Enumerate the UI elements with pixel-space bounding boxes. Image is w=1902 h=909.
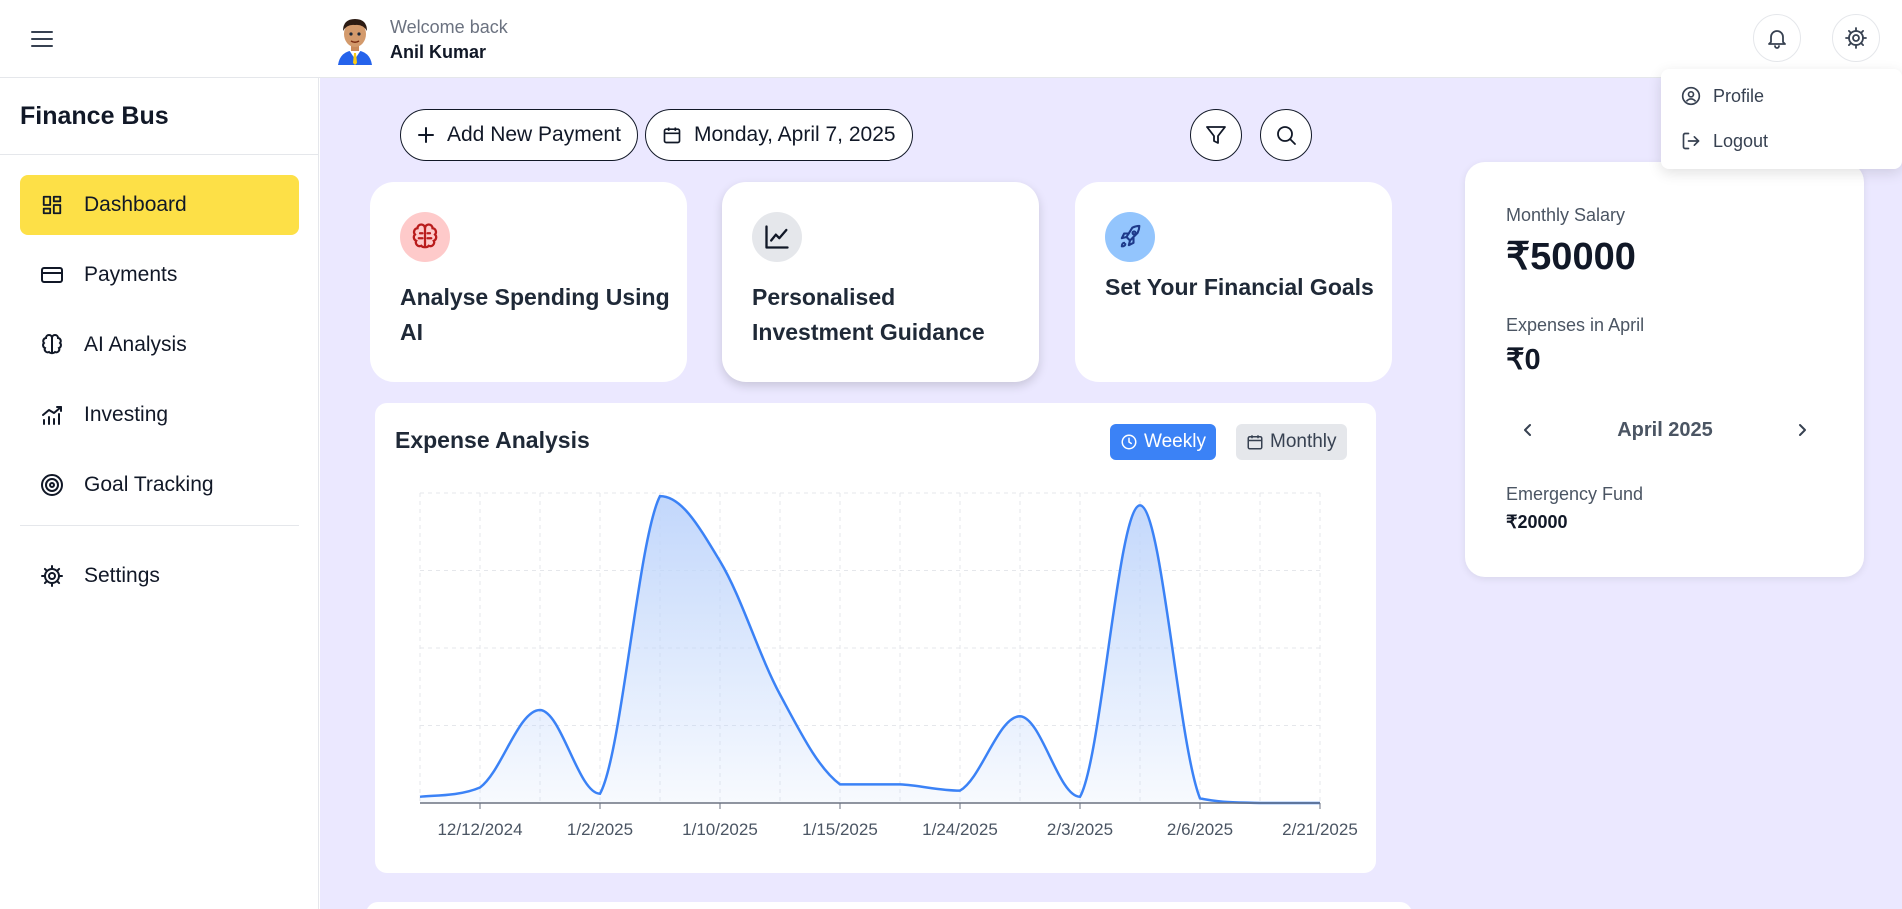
menu-item-profile[interactable]: Profile xyxy=(1681,81,1764,111)
expenses-value: ₹0 xyxy=(1506,344,1541,376)
sidebar-item-dashboard[interactable]: Dashboard xyxy=(20,175,299,235)
salary-value: ₹50000 xyxy=(1506,236,1636,278)
divider xyxy=(0,154,319,155)
settings-button[interactable] xyxy=(1832,14,1880,62)
feature-title: Analyse Spending Using AI xyxy=(400,284,670,345)
x-tick-label: 2/3/2025 xyxy=(1047,820,1113,839)
next-card-edge xyxy=(366,902,1412,909)
feature-card-investment-guidance[interactable]: Personalised Investment Guidance xyxy=(722,182,1039,382)
sidebar-item-label: Payments xyxy=(84,263,178,286)
divider xyxy=(20,525,299,526)
salary-summary-card: Monthly Salary ₹50000 Expenses in April … xyxy=(1465,162,1864,577)
weekly-toggle[interactable]: Weekly xyxy=(1110,424,1216,460)
x-tick-label: 1/15/2025 xyxy=(802,820,878,839)
brain-icon xyxy=(400,212,450,262)
x-tick-label: 2/21/2025 xyxy=(1282,820,1358,839)
settings-dropdown-menu: Profile Logout xyxy=(1661,69,1902,169)
welcome-text: Welcome back xyxy=(390,17,508,37)
top-header: Welcome back Anil Kumar xyxy=(0,0,1902,78)
rocket-icon xyxy=(1105,212,1155,262)
sidebar-item-goal-tracking[interactable]: Goal Tracking xyxy=(20,455,299,515)
dashboard-grid-icon xyxy=(40,193,64,217)
x-tick-label: 1/10/2025 xyxy=(682,820,758,839)
main-content: Add New Payment Monday, April 7, 2025 An… xyxy=(320,78,1902,909)
logout-icon xyxy=(1681,131,1701,151)
x-tick-label: 12/12/2024 xyxy=(437,820,522,839)
date-picker-button[interactable]: Monday, April 7, 2025 xyxy=(645,109,913,161)
expense-area-chart: 12/12/2024 1/2/2025 1/10/2025 1/15/2025 1/24… xyxy=(419,492,1358,839)
sidebar-item-ai-analysis[interactable]: AI Analysis xyxy=(20,315,299,375)
gear-icon xyxy=(40,564,64,588)
clock-icon xyxy=(1120,433,1138,451)
bell-icon xyxy=(1765,26,1789,50)
menu-item-label: Logout xyxy=(1713,130,1769,151)
filter-button[interactable] xyxy=(1190,109,1242,161)
chart-title: Expense Analysis xyxy=(395,427,590,453)
search-button[interactable] xyxy=(1260,109,1312,161)
notifications-button[interactable] xyxy=(1753,14,1801,62)
line-chart-icon xyxy=(752,212,802,262)
target-icon xyxy=(40,473,64,497)
sidebar-item-label: Goal Tracking xyxy=(84,473,214,496)
sidebar-item-payments[interactable]: Payments xyxy=(20,245,299,305)
search-icon xyxy=(1274,123,1298,147)
avatar[interactable] xyxy=(334,15,376,65)
menu-item-label: Profile xyxy=(1713,85,1765,106)
menu-item-logout[interactable]: Logout xyxy=(1681,126,1768,156)
user-name: Anil Kumar xyxy=(390,42,487,62)
calendar-icon xyxy=(662,125,682,145)
month-label: April 2025 xyxy=(1617,419,1713,441)
monthly-label: Monthly xyxy=(1270,431,1337,452)
expenses-label: Expenses in April xyxy=(1506,315,1645,335)
monthly-toggle[interactable]: Monthly xyxy=(1236,424,1347,460)
sidebar-item-label: Settings xyxy=(84,564,160,587)
series-area xyxy=(420,496,1320,803)
feature-card-ai-spending[interactable]: Analyse Spending Using AI xyxy=(370,182,687,382)
brand-title: Finance Bus xyxy=(20,102,169,130)
feature-card-financial-goals[interactable]: Set Your Financial Goals xyxy=(1075,182,1392,382)
sidebar: Finance Bus Dashboard Payments AI Analys… xyxy=(0,78,319,909)
hamburger-menu-icon[interactable] xyxy=(28,26,56,52)
plus-icon xyxy=(417,126,435,144)
add-payment-label: Add New Payment xyxy=(447,123,621,146)
sidebar-item-label: Investing xyxy=(84,403,169,426)
add-payment-button[interactable]: Add New Payment xyxy=(400,109,638,161)
emergency-fund-value: ₹20000 xyxy=(1506,512,1568,532)
emergency-fund-label: Emergency Fund xyxy=(1506,484,1644,504)
feature-title: Personalised Investment Guidance xyxy=(752,284,985,345)
feature-title: Set Your Financial Goals xyxy=(1105,274,1374,300)
sidebar-item-label: Dashboard xyxy=(84,193,187,216)
bar-chart-trend-icon xyxy=(40,403,64,427)
x-tick-label: 1/2/2025 xyxy=(567,820,633,839)
sidebar-item-settings[interactable]: Settings xyxy=(20,546,299,606)
user-circle-icon xyxy=(1681,86,1701,106)
brain-icon xyxy=(40,333,64,357)
sidebar-item-investing[interactable]: Investing xyxy=(20,385,299,445)
x-tick-label: 1/24/2025 xyxy=(922,820,998,839)
date-label: Monday, April 7, 2025 xyxy=(694,123,896,146)
credit-card-icon xyxy=(40,263,64,287)
x-tick-label: 2/6/2025 xyxy=(1167,820,1233,839)
sidebar-item-label: AI Analysis xyxy=(84,333,187,356)
chevron-right-icon[interactable] xyxy=(1790,418,1814,442)
salary-label: Monthly Salary xyxy=(1506,205,1626,225)
gear-icon xyxy=(1844,26,1868,50)
month-navigator: April 2025 xyxy=(1506,416,1824,446)
expense-analysis-card: Expense Analysis Weekly Monthly 12/12/20… xyxy=(375,403,1376,873)
calendar-icon xyxy=(1246,433,1264,451)
weekly-label: Weekly xyxy=(1144,431,1206,452)
filter-icon xyxy=(1204,123,1228,147)
